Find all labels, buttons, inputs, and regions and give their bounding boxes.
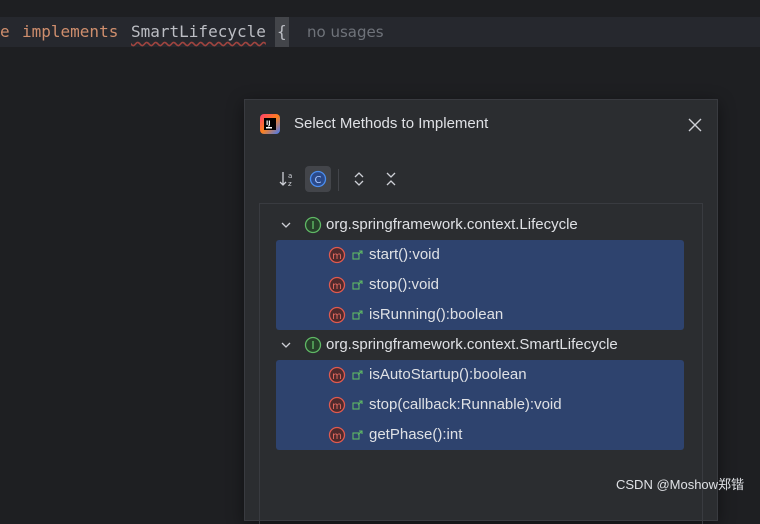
method-row-stop[interactable]: m stop():void bbox=[276, 270, 684, 300]
interface-icon bbox=[304, 336, 322, 354]
implements-icon bbox=[352, 400, 363, 410]
svg-text:m: m bbox=[332, 431, 342, 442]
collapse-all-button[interactable] bbox=[378, 166, 404, 192]
tree-group-smartlifecycle[interactable]: org.springframework.context.SmartLifecyc… bbox=[260, 330, 700, 360]
implements-icon bbox=[352, 250, 363, 260]
group-label: org.springframework.context.Lifecycle bbox=[326, 216, 578, 233]
chevron-down-icon[interactable] bbox=[280, 339, 292, 351]
svg-text:z: z bbox=[288, 180, 292, 188]
sort-alphabetically-button[interactable]: a z bbox=[275, 166, 301, 192]
implements-icon bbox=[352, 310, 363, 320]
method-icon: m bbox=[328, 276, 346, 294]
method-label: isAutoStartup():boolean bbox=[369, 366, 527, 383]
chevron-down-icon[interactable] bbox=[280, 219, 292, 231]
method-icon: m bbox=[328, 366, 346, 384]
method-label: isRunning():boolean bbox=[369, 306, 504, 323]
method-row-getphase[interactable]: m getPhase():int bbox=[276, 420, 684, 450]
show-classes-icon: C bbox=[309, 170, 327, 188]
svg-text:m: m bbox=[332, 401, 342, 412]
method-label: stop(callback:Runnable):void bbox=[369, 396, 562, 413]
svg-text:a: a bbox=[288, 172, 292, 180]
svg-text:C: C bbox=[315, 175, 322, 186]
svg-text:m: m bbox=[332, 251, 342, 262]
method-label: start():void bbox=[369, 246, 440, 263]
show-classes-toggle[interactable]: C bbox=[305, 166, 331, 192]
method-label: stop():void bbox=[369, 276, 440, 293]
tree-group-lifecycle[interactable]: org.springframework.context.Lifecycle bbox=[260, 210, 700, 240]
method-row-start[interactable]: m start():void bbox=[276, 240, 684, 270]
method-label: getPhase():int bbox=[369, 426, 463, 443]
dialog-toolbar: a z C bbox=[275, 166, 415, 196]
implements-icon bbox=[352, 280, 363, 290]
svg-text:IJ: IJ bbox=[266, 120, 270, 127]
svg-text:m: m bbox=[332, 311, 342, 322]
usage-hint[interactable]: no usages bbox=[307, 17, 384, 47]
watermark: CSDN @Moshow郑锴 bbox=[616, 477, 745, 492]
method-icon: m bbox=[328, 246, 346, 264]
code-open-brace: { bbox=[275, 17, 289, 47]
editor-code-line[interactable]: e implements SmartLifecycle { no usages bbox=[0, 17, 760, 47]
collapse-all-icon bbox=[386, 172, 396, 186]
selection-block-smartlifecycle: m isAutoStartup():boolean m stop(callbac… bbox=[276, 360, 684, 450]
dialog-title: Select Methods to Implement bbox=[294, 115, 489, 132]
method-icon: m bbox=[328, 396, 346, 414]
intellij-logo-icon: IJ bbox=[260, 114, 280, 134]
method-row-stop-callback[interactable]: m stop(callback:Runnable):void bbox=[276, 390, 684, 420]
interface-icon bbox=[304, 216, 322, 234]
method-row-isrunning[interactable]: m isRunning():boolean bbox=[276, 300, 684, 330]
implements-icon bbox=[352, 370, 363, 380]
method-icon: m bbox=[328, 426, 346, 444]
method-icon: m bbox=[328, 306, 346, 324]
svg-text:m: m bbox=[332, 281, 342, 292]
code-type-name[interactable]: SmartLifecycle bbox=[131, 17, 266, 47]
expand-all-button[interactable] bbox=[346, 166, 372, 192]
sort-alphabetically-icon: a z bbox=[279, 172, 292, 188]
group-label: org.springframework.context.SmartLifecyc… bbox=[326, 336, 618, 353]
toolbar-separator bbox=[338, 169, 339, 191]
selection-block-lifecycle: m start():void m stop():void m isRunning… bbox=[276, 240, 684, 330]
method-row-isautostartup[interactable]: m isAutoStartup():boolean bbox=[276, 360, 684, 390]
close-icon[interactable] bbox=[686, 116, 704, 134]
implements-icon bbox=[352, 430, 363, 440]
code-keyword-implements: implements bbox=[22, 22, 119, 41]
code-keyword-fragment: e bbox=[0, 22, 10, 41]
expand-all-icon bbox=[354, 172, 364, 186]
select-methods-dialog: IJ Select Methods to Implement a z C org… bbox=[244, 99, 718, 524]
dialog-header[interactable]: IJ Select Methods to Implement bbox=[245, 100, 717, 150]
svg-text:m: m bbox=[332, 371, 342, 382]
